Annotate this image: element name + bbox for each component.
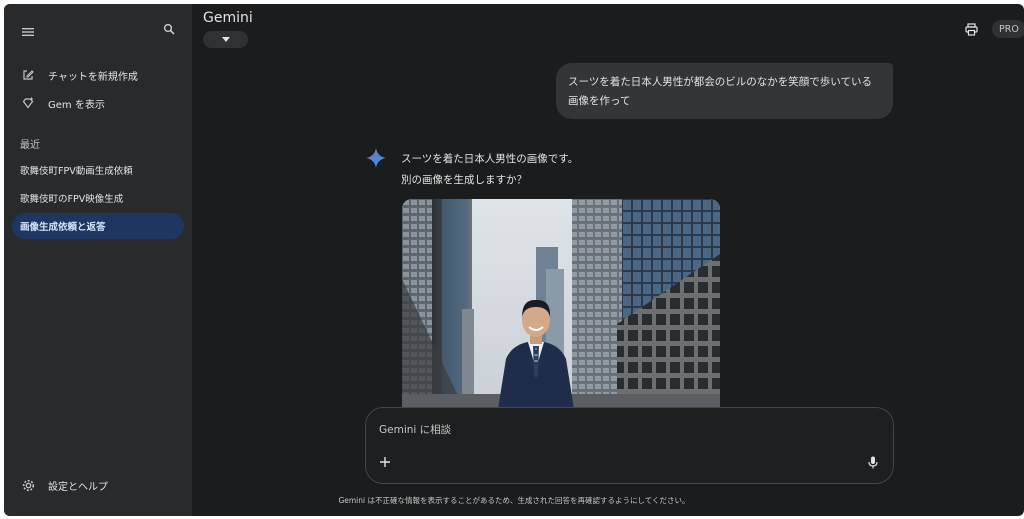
view-gems-button[interactable]: Gem を表示: [12, 90, 184, 116]
edit-icon: [18, 69, 38, 81]
plus-icon[interactable]: [376, 453, 394, 471]
pro-badge[interactable]: PRO: [992, 20, 1024, 38]
recent-chat-item[interactable]: 歌舞伎町FPV動画生成依頼: [12, 157, 184, 183]
sparkle-icon: [366, 148, 386, 168]
menu-icon[interactable]: [18, 22, 38, 42]
disclaimer-text: Gemini は不正確な情報を表示することがあるため、生成された回答を再確認する…: [338, 496, 690, 505]
assistant-reply: スーツを着た日本人男性の画像です。 別の画像を生成しますか？: [401, 149, 578, 191]
sidebar: チャットを新規作成 Gem を表示 最近 歌舞伎町FPV動画生成依頼 歌舞伎町の…: [4, 4, 192, 516]
view-gems-label: Gem を表示: [48, 99, 105, 111]
settings-help-label: 設定とヘルプ: [48, 481, 108, 493]
prompt-box: [365, 407, 894, 484]
app-title: Gemini: [203, 10, 253, 26]
reply-line: スーツを着た日本人男性の画像です。: [401, 153, 579, 165]
reply-line: 別の画像を生成しますか？: [401, 174, 527, 186]
recent-chat-item[interactable]: 歌舞伎町のFPV映像生成: [12, 185, 184, 211]
mic-icon[interactable]: [864, 453, 882, 471]
generated-image[interactable]: [402, 199, 720, 409]
recent-chat-item-active[interactable]: 画像生成依頼と返答: [12, 213, 184, 239]
printer-icon[interactable]: [962, 20, 980, 38]
generated-image-picture: [402, 199, 720, 409]
caret-down-icon: [221, 37, 230, 42]
prompt-input[interactable]: [379, 420, 819, 440]
gem-icon: [18, 97, 38, 109]
gear-icon: [18, 479, 38, 492]
user-message-bubble: スーツを着た日本人男性が都会のビルのなかを笑顔で歩いている画像を作って: [556, 63, 893, 119]
model-selector[interactable]: [203, 31, 248, 48]
new-chat-label: チャットを新規作成: [48, 71, 138, 83]
recent-heading: 最近: [20, 140, 40, 151]
app-window: チャットを新規作成 Gem を表示 最近 歌舞伎町FPV動画生成依頼 歌舞伎町の…: [4, 4, 1024, 516]
search-icon[interactable]: [158, 18, 180, 40]
new-chat-button[interactable]: チャットを新規作成: [12, 62, 184, 88]
